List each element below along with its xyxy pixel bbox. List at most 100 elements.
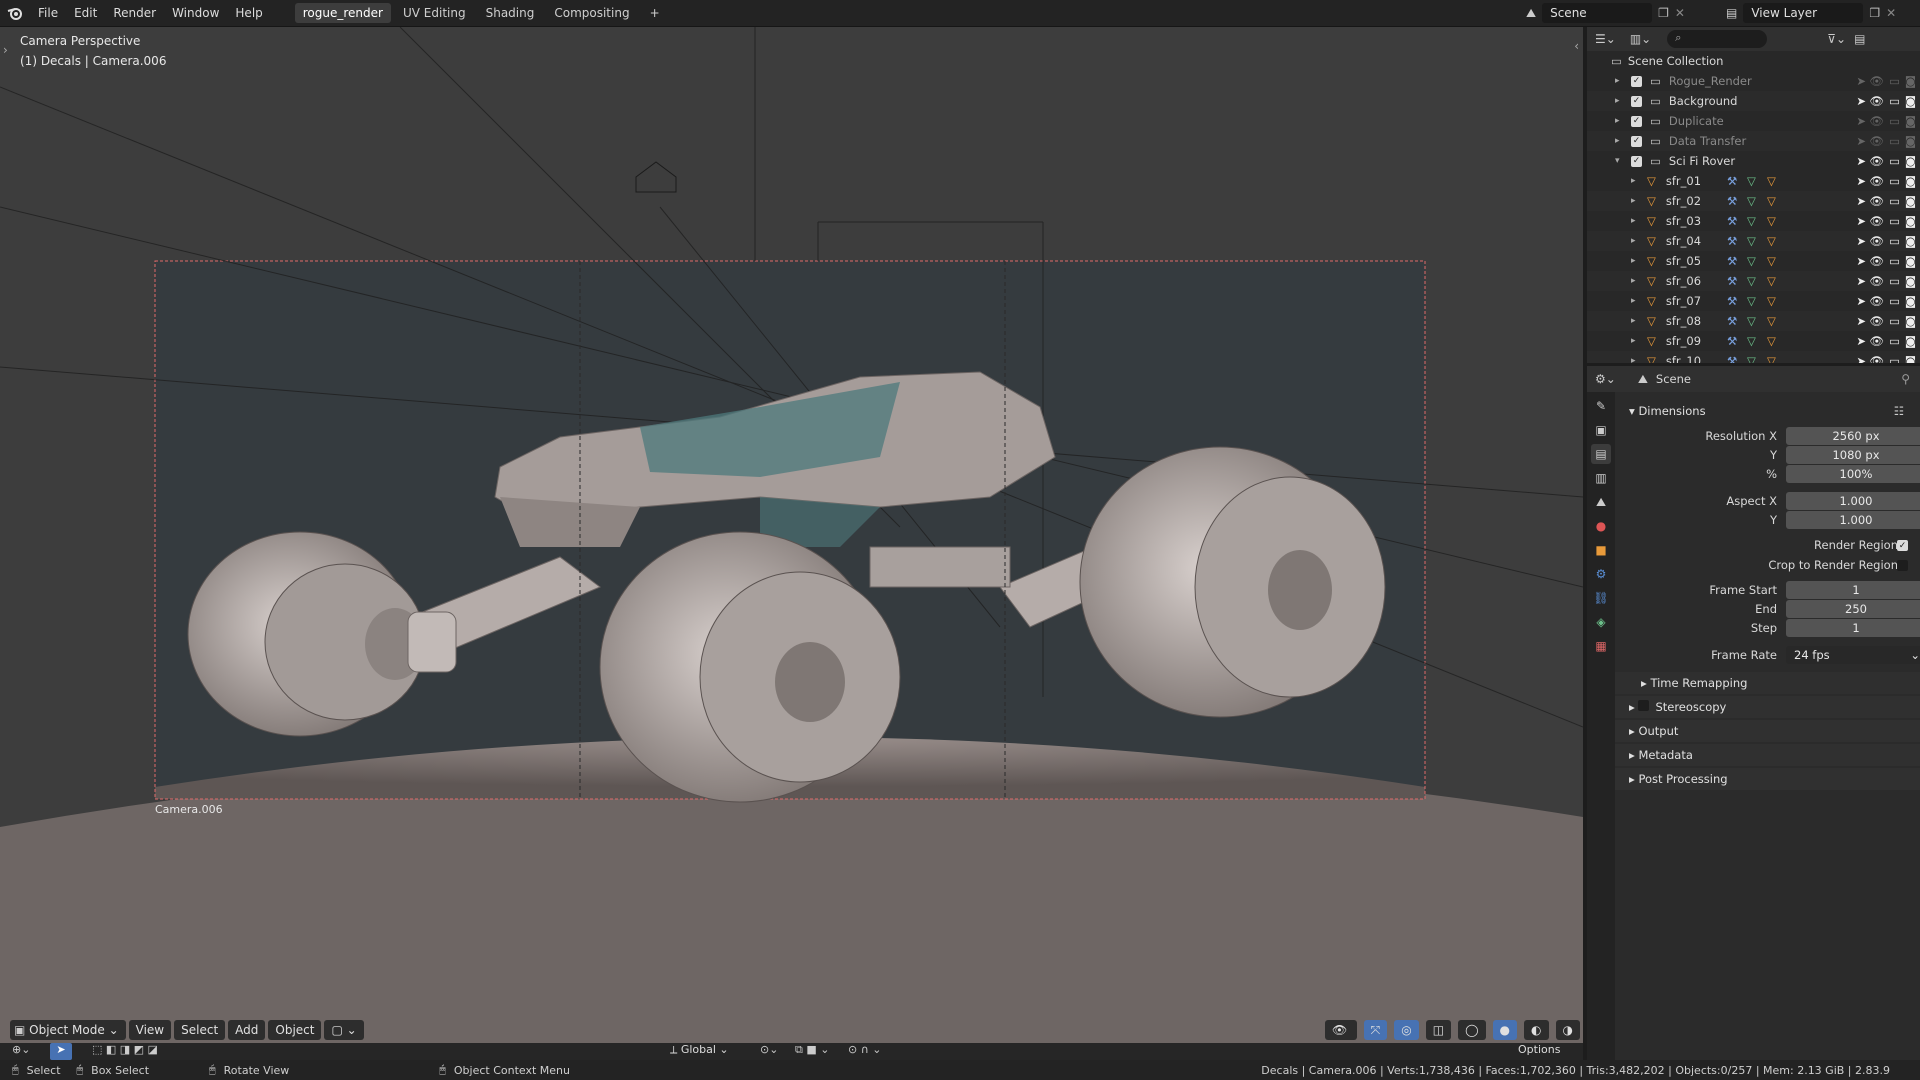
restrict-select-icon[interactable]: ➤ (1856, 334, 1866, 348)
outliner-object-row[interactable]: ▸ ▽ sfr_03 ⚒ ▽ ▽ ➤ 👁 ▭ ◙ (1587, 211, 1920, 231)
outliner-collection-row[interactable]: ▸ ✓ ▭ Data Transfer ➤ 👁 ▭ ◙ (1587, 131, 1920, 151)
collapsed-chevron-icon[interactable]: ▸ (1631, 196, 1641, 206)
visibility-eye-icon[interactable]: 👁 (1869, 314, 1884, 328)
viewport-disable-icon[interactable]: ▭ (1889, 154, 1900, 168)
viewport-disable-icon[interactable]: ▭ (1889, 194, 1900, 208)
view-layer-icon[interactable]: ▤ (1726, 6, 1737, 20)
restrict-select-icon[interactable]: ➤ (1856, 214, 1866, 228)
view-layer-tab-icon[interactable]: ▥ (1591, 468, 1611, 488)
collapsed-chevron-icon[interactable]: ▸ (1631, 316, 1641, 326)
outliner-editor-icon[interactable]: ☰⌄ (1595, 32, 1616, 46)
data-tab-icon[interactable]: ◈ (1591, 612, 1611, 632)
visibility-eye-icon[interactable]: 👁 (1869, 334, 1884, 348)
restrict-select-icon[interactable]: ➤ (1856, 254, 1866, 268)
render-disable-icon[interactable]: ◙ (1905, 214, 1916, 228)
visibility-eye-icon[interactable]: 👁 (1869, 94, 1884, 108)
viewport-disable-icon[interactable]: ▭ (1889, 274, 1900, 288)
restrict-select-icon[interactable]: ➤ (1856, 234, 1866, 248)
viewport-disable-icon[interactable]: ▭ (1889, 94, 1900, 108)
viewport-disable-icon[interactable]: ▭ (1889, 334, 1900, 348)
viewport-disable-icon[interactable]: ▭ (1889, 234, 1900, 248)
exclude-checkbox[interactable]: ✓ (1631, 115, 1642, 127)
world-tab-icon[interactable]: ● (1591, 516, 1611, 536)
restrict-select-icon[interactable]: ➤ (1856, 354, 1866, 363)
collapsed-chevron-icon[interactable]: ▸ (1631, 256, 1641, 266)
xray-icon[interactable]: ◫ (1425, 1020, 1452, 1040)
aspect-y-field[interactable]: 1.000 (1786, 511, 1920, 529)
restrict-select-icon[interactable]: ➤ (1856, 194, 1866, 208)
filter-icon[interactable]: ⊽⌄ (1827, 32, 1846, 46)
exclude-checkbox[interactable]: ✓ (1631, 135, 1642, 147)
render-disable-icon[interactable]: ◙ (1905, 334, 1916, 348)
visibility-eye-icon[interactable]: 👁 (1869, 294, 1884, 308)
render-disable-icon[interactable]: ◙ (1905, 254, 1916, 268)
outliner-object-row[interactable]: ▸ ▽ sfr_04 ⚒ ▽ ▽ ➤ 👁 ▭ ◙ (1587, 231, 1920, 251)
scene-collection-row[interactable]: ▭ Scene Collection (1587, 51, 1920, 71)
snap-icon[interactable]: ⧉ ■ ⌄ (795, 1043, 829, 1057)
expanded-chevron-icon[interactable]: ▾ (1615, 156, 1625, 166)
restrict-select-icon[interactable]: ➤ (1856, 174, 1866, 188)
box-select-mode-icons[interactable]: ⬚ ◧ ◨ ◩ ◪ (92, 1043, 158, 1056)
collapsed-chevron-icon[interactable]: ▸ (1631, 176, 1641, 186)
add-menu[interactable]: Add (228, 1020, 266, 1040)
scene-selector[interactable]: Scene (1542, 3, 1653, 23)
copy-view-layer-icon[interactable]: ❐ (1869, 6, 1880, 20)
view-layer-selector[interactable]: View Layer (1743, 3, 1864, 23)
collapsed-chevron-icon[interactable]: ▸ (1615, 116, 1625, 126)
workspace-tab-rogue-render[interactable]: rogue_render (294, 3, 391, 23)
viewport-disable-icon[interactable]: ▭ (1889, 174, 1900, 188)
outliner-collection-row[interactable]: ▸ ✓ ▭ Background ➤ 👁 ▭ ◙ (1587, 91, 1920, 111)
add-workspace-button[interactable]: + (642, 3, 668, 23)
render-disable-icon[interactable]: ◙ (1905, 154, 1916, 168)
display-mode-icon[interactable]: ▥⌄ (1630, 32, 1651, 46)
collapsed-chevron-icon[interactable]: ▸ (1615, 96, 1625, 106)
viewport-disable-icon[interactable]: ▭ (1889, 114, 1900, 128)
outliner-object-row[interactable]: ▸ ▽ sfr_05 ⚒ ▽ ▽ ➤ 👁 ▭ ◙ (1587, 251, 1920, 271)
overlay-icon[interactable]: ◎ (1394, 1020, 1419, 1040)
outliner-object-row[interactable]: ▸ ▽ sfr_09 ⚒ ▽ ▽ ➤ 👁 ▭ ◙ (1587, 331, 1920, 351)
restrict-select-icon[interactable]: ➤ (1856, 314, 1866, 328)
mode-selector[interactable]: ▣ Object Mode ⌄ (10, 1020, 126, 1040)
output-panel[interactable]: ▸ Output (1615, 720, 1920, 742)
viewport-disable-icon[interactable]: ▭ (1889, 314, 1900, 328)
editor-type-icon[interactable]: ⊕⌄ (12, 1043, 30, 1056)
frame-step-field[interactable]: 1 (1786, 619, 1920, 637)
aspect-x-field[interactable]: 1.000 (1786, 492, 1920, 510)
viewport-disable-icon[interactable]: ▭ (1889, 74, 1900, 88)
select-menu[interactable]: Select (174, 1020, 226, 1040)
resolution-x-field[interactable]: 2560 px (1786, 427, 1920, 445)
restrict-select-icon[interactable]: ➤ (1856, 134, 1866, 148)
render-region-checkbox[interactable]: ✓ (1897, 540, 1908, 551)
visibility-eye-icon[interactable]: 👁 (1869, 194, 1884, 208)
pin-icon[interactable]: ⚲ (1901, 372, 1910, 386)
render-disable-icon[interactable]: ◙ (1905, 194, 1916, 208)
render-disable-icon[interactable]: ◙ (1905, 314, 1916, 328)
options-button[interactable]: Options (1518, 1043, 1560, 1056)
viewport-disable-icon[interactable]: ▭ (1889, 134, 1900, 148)
outliner-object-row[interactable]: ▸ ▽ sfr_10 ⚒ ▽ ▽ ➤ 👁 ▭ ◙ (1587, 351, 1920, 363)
viewport-disable-icon[interactable]: ▭ (1889, 214, 1900, 228)
shading-material-icon[interactable]: ◐ (1524, 1020, 1549, 1040)
visibility-icon[interactable]: 👁⌄ (1325, 1020, 1357, 1040)
visibility-eye-icon[interactable]: 👁 (1869, 354, 1884, 363)
3d-viewport[interactable]: Camera Perspective (1) Decals | Camera.0… (0, 27, 1583, 1043)
viewport-disable-icon[interactable]: ▭ (1889, 354, 1900, 363)
pivot-icon[interactable]: ⊙⌄ (760, 1043, 778, 1056)
collapsed-chevron-icon[interactable]: ▸ (1631, 236, 1641, 246)
visibility-eye-icon[interactable]: 👁 (1869, 114, 1884, 128)
outliner-collection-row[interactable]: ▾ ✓ ▭ Sci Fi Rover ➤ 👁 ▭ ◙ (1587, 151, 1920, 171)
object-tab-icon[interactable]: ■ (1591, 540, 1611, 560)
collapsed-chevron-icon[interactable]: ▸ (1631, 336, 1641, 346)
scene-icon[interactable]: ⛰ (1526, 6, 1536, 21)
restrict-select-icon[interactable]: ➤ (1856, 274, 1866, 288)
outliner-object-row[interactable]: ▸ ▽ sfr_02 ⚒ ▽ ▽ ➤ 👁 ▭ ◙ (1587, 191, 1920, 211)
collapse-toolbar-icon[interactable]: › (3, 43, 8, 57)
menu-window[interactable]: Window (164, 0, 227, 27)
gizmo-icon[interactable]: ⤧ (1363, 1020, 1388, 1040)
visibility-eye-icon[interactable]: 👁 (1869, 74, 1884, 88)
collapsed-chevron-icon[interactable]: ▸ (1631, 276, 1641, 286)
visibility-eye-icon[interactable]: 👁 (1869, 134, 1884, 148)
outliner-object-row[interactable]: ▸ ▽ sfr_08 ⚒ ▽ ▽ ➤ 👁 ▭ ◙ (1587, 311, 1920, 331)
texture-tab-icon[interactable]: ▦ (1591, 636, 1611, 656)
post-processing-panel[interactable]: ▸ Post Processing (1615, 768, 1920, 790)
